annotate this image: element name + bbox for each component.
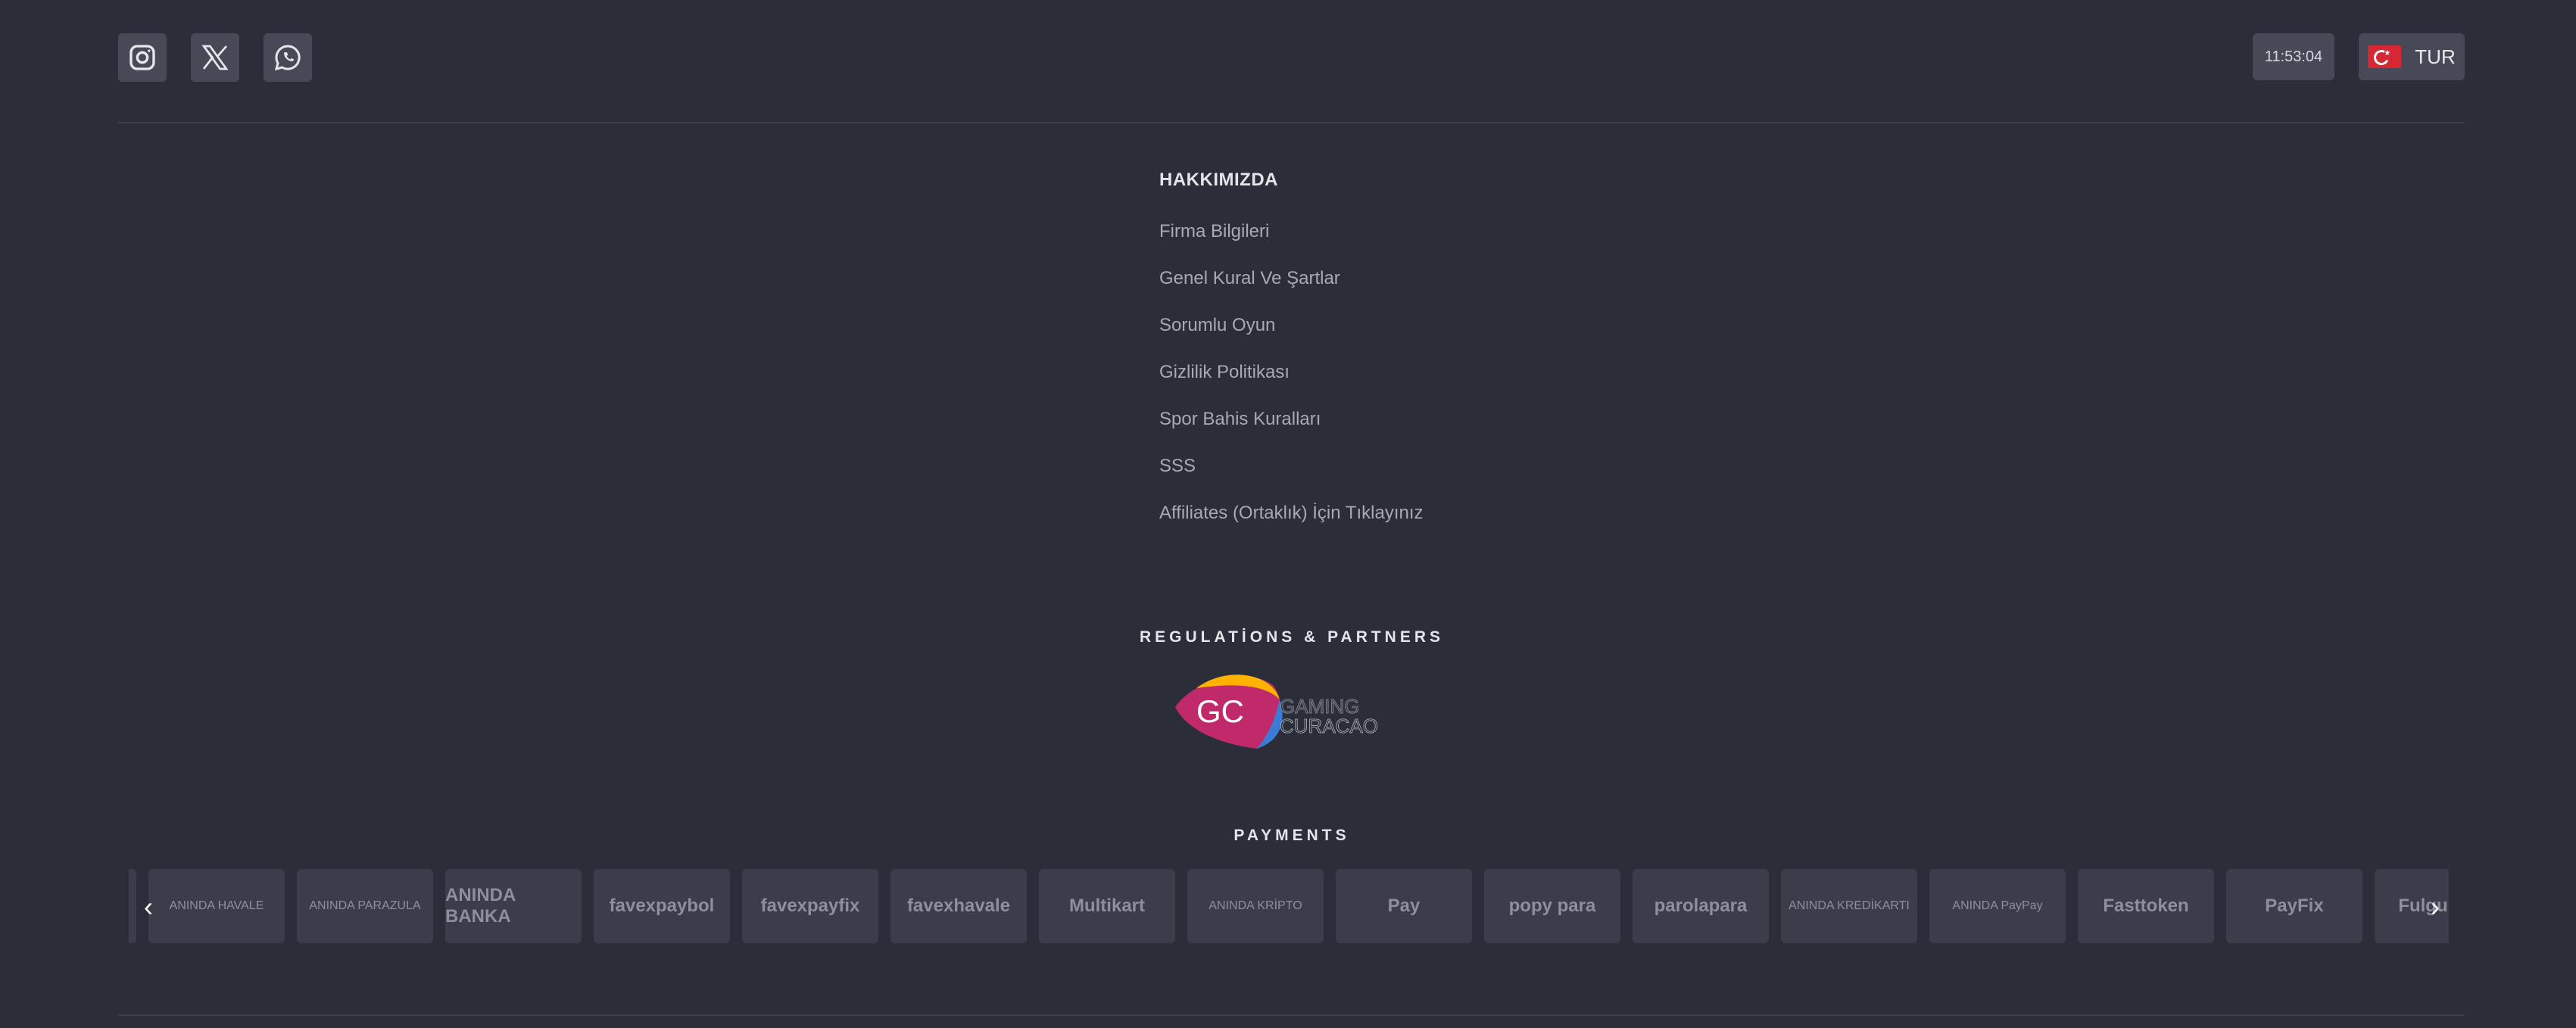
payment-card[interactable]: favexhavale	[890, 869, 1027, 943]
payment-card[interactable]: ANINDA HAVALE	[148, 869, 285, 943]
payments-title: PAYMENTS	[1233, 827, 1350, 844]
payment-label: Multikart	[1068, 896, 1145, 916]
payment-label: favexpayfix	[760, 896, 860, 916]
payment-card[interactable]: Multikart	[1039, 869, 1175, 943]
turkey-flag-icon	[2368, 45, 2402, 68]
carousel-prev-button[interactable]: ‹	[133, 891, 164, 922]
bottom-divider	[118, 1014, 2465, 1016]
payment-card[interactable]: ANINDA PayPay	[1929, 869, 2066, 943]
payment-label: ANINDA KREDİKARTI	[1789, 899, 1910, 912]
about-title: HAKKIMIZDA	[1159, 170, 1278, 190]
link-gizlilik-politikasi[interactable]: Gizlilik Politikası	[1159, 362, 1424, 409]
payment-label: parolapara	[1654, 896, 1748, 916]
x-twitter-button[interactable]	[191, 33, 239, 82]
gaming-curacao-logo[interactable]: GC GAMING CURACAO	[1166, 669, 1416, 752]
payment-card[interactable]: ANINDA BANKA	[445, 869, 582, 943]
payment-label: Pay	[1387, 896, 1421, 916]
top-divider	[118, 122, 2465, 123]
instagram-icon	[129, 45, 155, 70]
payment-card[interactable]: Pay	[1336, 869, 1472, 943]
x-twitter-icon	[201, 45, 229, 70]
carousel-next-button[interactable]: ›	[2420, 891, 2450, 922]
payments-track: ANINDA PAPARAANINDA HAVALEANINDA PARAZUL…	[129, 869, 2449, 943]
link-sorumlu-oyun[interactable]: Sorumlu Oyun	[1159, 315, 1424, 362]
payment-label: ANINDA HAVALE	[169, 899, 264, 912]
language-label: TUR	[2415, 45, 2456, 68]
payment-label: ANINDA BANKA	[445, 885, 516, 927]
footer-topbar: 11:53:04 TUR	[118, 33, 2465, 82]
payment-label: PayFix	[2265, 896, 2324, 916]
payment-card[interactable]: favexpayfix	[742, 869, 878, 943]
payment-card[interactable]: Fasttoken	[2078, 869, 2214, 943]
payment-label: ANINDA KRİPTO	[1208, 899, 1302, 912]
link-sss[interactable]: SSS	[1159, 456, 1424, 503]
whatsapp-button[interactable]	[264, 33, 312, 82]
payment-label: ANINDA PARAZULA	[309, 899, 421, 912]
link-spor-bahis-kurallari[interactable]: Spor Bahis Kuralları	[1159, 409, 1424, 456]
about-section: HAKKIMIZDA Firma Bilgileri Genel Kural V…	[1159, 170, 1424, 550]
payment-label: ANINDA PayPay	[1952, 899, 2043, 912]
payment-label: favexhavale	[906, 896, 1011, 916]
about-links: Firma Bilgileri Genel Kural Ve Şartlar S…	[1159, 221, 1424, 550]
regulations-title: REGULATİONS & PARTNERS	[1139, 628, 1445, 646]
payment-card[interactable]: popy para	[1484, 869, 1620, 943]
payment-card[interactable]: favexpaybol	[594, 869, 730, 943]
clock-display: 11:53:04	[2253, 33, 2334, 80]
gc-logo-text: GC	[1196, 693, 1244, 729]
payment-label: favexpaybol	[609, 896, 715, 916]
payment-label: popy para	[1508, 896, 1596, 916]
language-selector[interactable]: TUR	[2359, 33, 2465, 80]
link-affiliates[interactable]: Affiliates (Ortaklık) İçin Tıklayınız	[1159, 503, 1424, 550]
instagram-button[interactable]	[118, 33, 167, 82]
payments-carousel[interactable]: ANINDA PAPARAANINDA HAVALEANINDA PARAZUL…	[129, 869, 2449, 943]
whatsapp-icon	[274, 45, 301, 71]
payment-card[interactable]: parolapara	[1633, 869, 1769, 943]
curacao-logo-text: CURACAO	[1280, 715, 1378, 737]
link-genel-kurallar[interactable]: Genel Kural Ve Şartlar	[1159, 268, 1424, 315]
payment-card[interactable]: PayFix	[2226, 869, 2362, 943]
payment-label: Fasttoken	[2103, 896, 2189, 916]
payment-card[interactable]: ANINDA PARAZULA	[297, 869, 433, 943]
link-firma-bilgileri[interactable]: Firma Bilgileri	[1159, 221, 1424, 268]
payment-card[interactable]: ANINDA KREDİKARTI	[1781, 869, 1917, 943]
payment-card[interactable]: ANINDA KRİPTO	[1187, 869, 1324, 943]
